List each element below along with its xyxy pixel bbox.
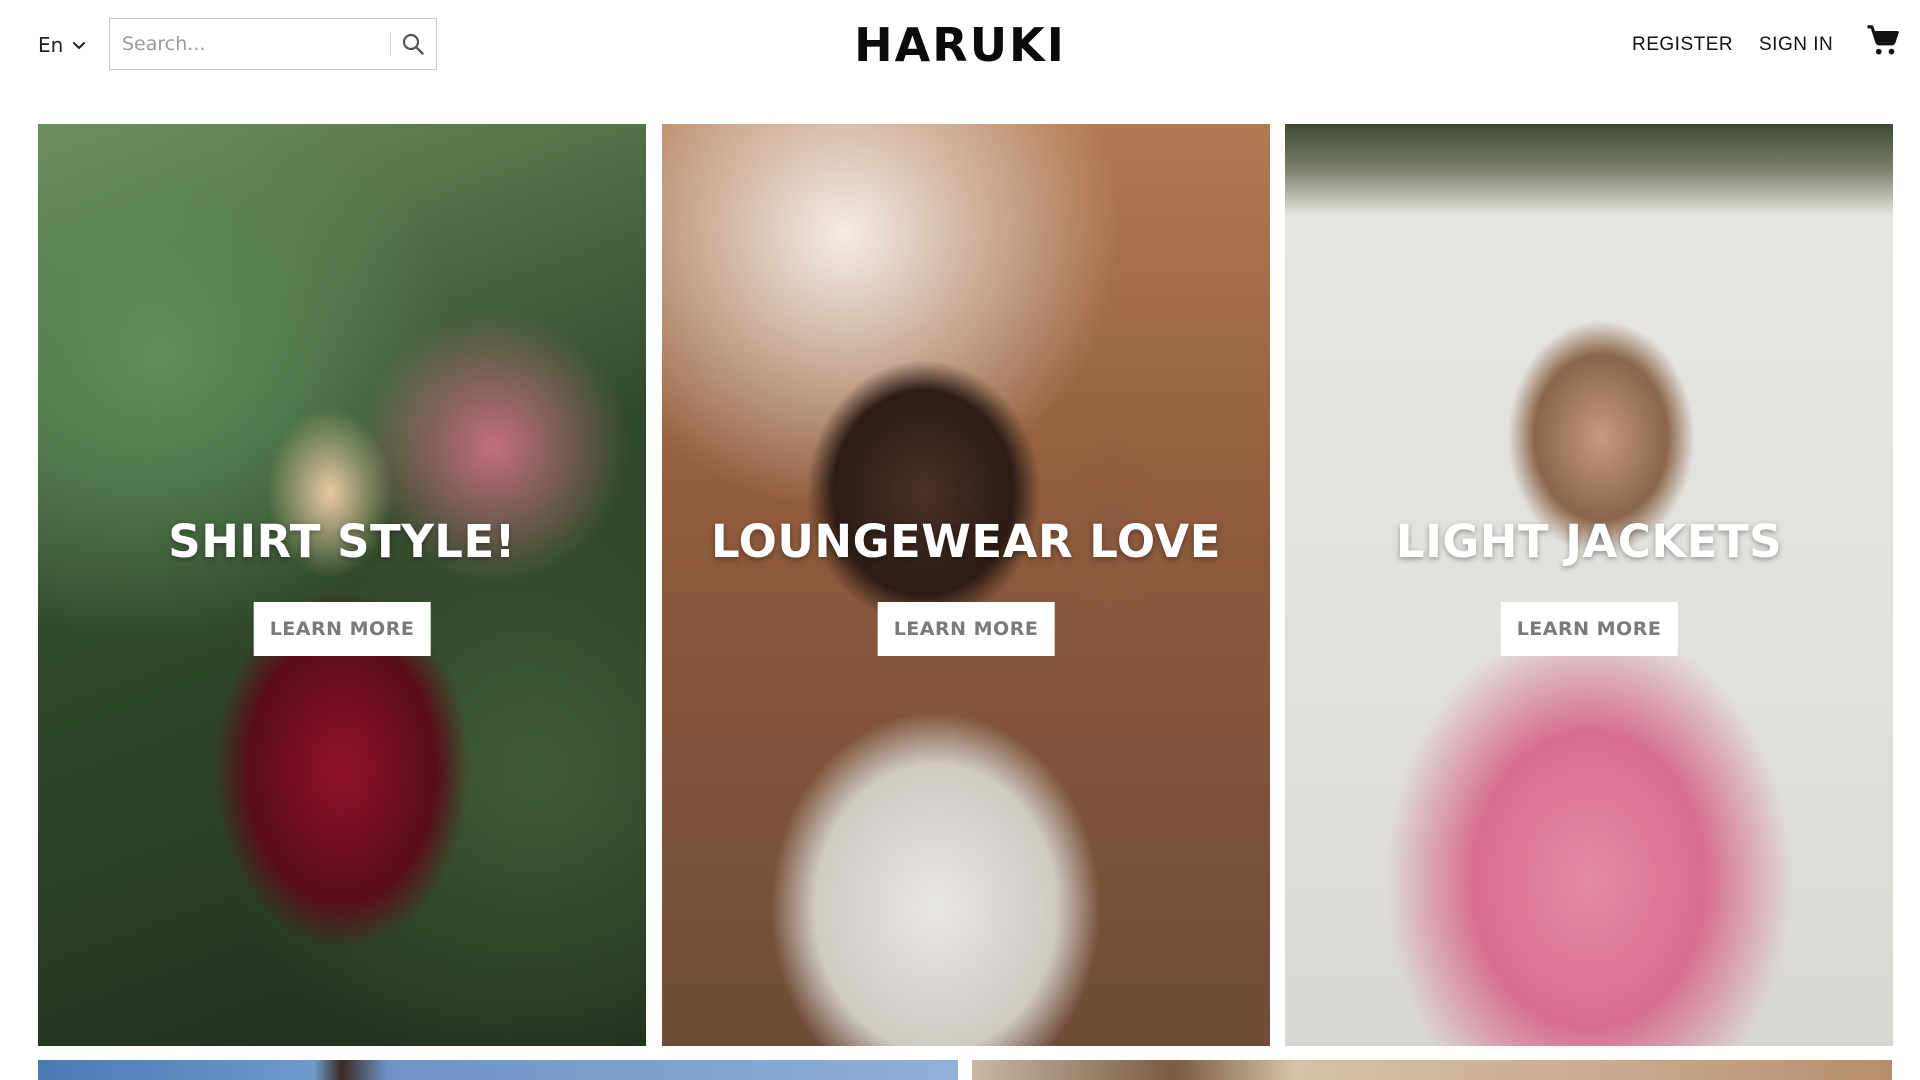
promo-tile-row2-right[interactable] <box>972 1060 1892 1080</box>
cart-icon <box>1867 25 1899 55</box>
site-logo[interactable]: HARUKI <box>854 18 1066 72</box>
cart-button[interactable] <box>1866 24 1900 58</box>
learn-more-button[interactable]: LEARN MORE <box>877 602 1055 656</box>
promo-tile-loungewear-love[interactable]: LOUNGEWEAR LOVE LEARN MORE <box>662 124 1270 1046</box>
promo-photo <box>662 124 1270 1046</box>
promo-title: LIGHT JACKETS <box>1395 515 1783 568</box>
sign-in-link[interactable]: SIGN IN <box>1759 34 1833 56</box>
promo-title: LOUNGEWEAR LOVE <box>711 515 1221 568</box>
learn-more-button[interactable]: LEARN MORE <box>253 602 431 656</box>
promo-tile-light-jackets[interactable]: LIGHT JACKETS LEARN MORE <box>1285 124 1893 1046</box>
site-header: En HARUKI REGISTER SIGN IN <box>0 0 1920 100</box>
register-link[interactable]: REGISTER <box>1632 34 1733 56</box>
promo-tile-shirt-style[interactable]: SHIRT STYLE! LEARN MORE <box>38 124 646 1046</box>
promo-title: SHIRT STYLE! <box>168 515 516 568</box>
learn-more-button[interactable]: LEARN MORE <box>1500 602 1678 656</box>
promo-photo <box>38 124 646 1046</box>
promo-tile-row2-left[interactable] <box>38 1060 958 1080</box>
promo-photo <box>1285 124 1893 1046</box>
